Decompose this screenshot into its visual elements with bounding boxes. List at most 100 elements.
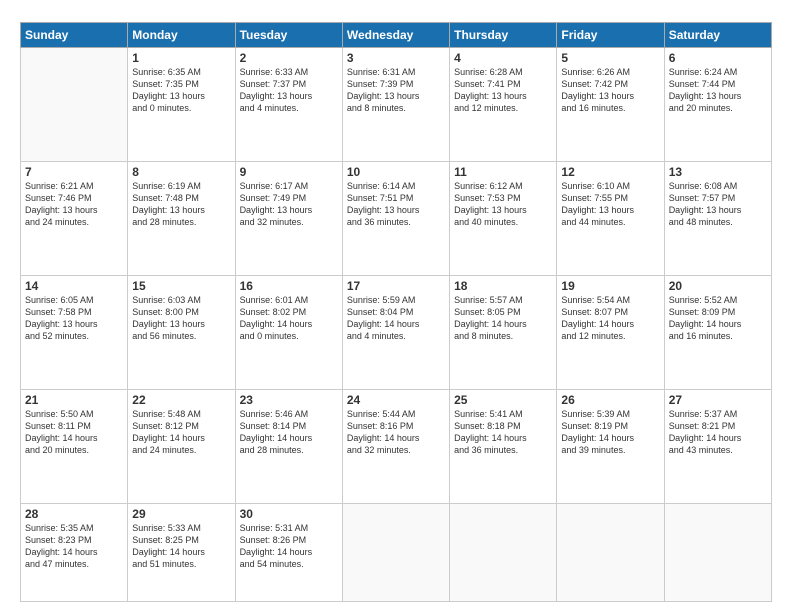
day-number: 22 xyxy=(132,393,230,407)
day-number: 30 xyxy=(240,507,338,521)
day-info: Sunrise: 6:14 AMSunset: 7:51 PMDaylight:… xyxy=(347,180,445,229)
calendar-cell: 26Sunrise: 5:39 AMSunset: 8:19 PMDayligh… xyxy=(557,389,664,503)
calendar-cell xyxy=(450,503,557,601)
day-info: Sunrise: 5:35 AMSunset: 8:23 PMDaylight:… xyxy=(25,522,123,571)
day-info: Sunrise: 5:44 AMSunset: 8:16 PMDaylight:… xyxy=(347,408,445,457)
day-info: Sunrise: 6:26 AMSunset: 7:42 PMDaylight:… xyxy=(561,66,659,115)
day-number: 7 xyxy=(25,165,123,179)
day-number: 14 xyxy=(25,279,123,293)
day-info: Sunrise: 5:41 AMSunset: 8:18 PMDaylight:… xyxy=(454,408,552,457)
day-info: Sunrise: 6:05 AMSunset: 7:58 PMDaylight:… xyxy=(25,294,123,343)
day-number: 23 xyxy=(240,393,338,407)
calendar-cell: 5Sunrise: 6:26 AMSunset: 7:42 PMDaylight… xyxy=(557,48,664,162)
day-number: 25 xyxy=(454,393,552,407)
calendar-cell xyxy=(342,503,449,601)
calendar-cell: 2Sunrise: 6:33 AMSunset: 7:37 PMDaylight… xyxy=(235,48,342,162)
calendar-cell xyxy=(664,503,771,601)
day-info: Sunrise: 6:08 AMSunset: 7:57 PMDaylight:… xyxy=(669,180,767,229)
day-info: Sunrise: 5:39 AMSunset: 8:19 PMDaylight:… xyxy=(561,408,659,457)
day-number: 5 xyxy=(561,51,659,65)
calendar-cell: 6Sunrise: 6:24 AMSunset: 7:44 PMDaylight… xyxy=(664,48,771,162)
day-header-thursday: Thursday xyxy=(450,23,557,48)
day-header-saturday: Saturday xyxy=(664,23,771,48)
day-number: 11 xyxy=(454,165,552,179)
day-info: Sunrise: 6:35 AMSunset: 7:35 PMDaylight:… xyxy=(132,66,230,115)
day-header-wednesday: Wednesday xyxy=(342,23,449,48)
day-number: 24 xyxy=(347,393,445,407)
calendar-cell: 13Sunrise: 6:08 AMSunset: 7:57 PMDayligh… xyxy=(664,161,771,275)
calendar-cell: 12Sunrise: 6:10 AMSunset: 7:55 PMDayligh… xyxy=(557,161,664,275)
day-info: Sunrise: 6:10 AMSunset: 7:55 PMDaylight:… xyxy=(561,180,659,229)
day-number: 3 xyxy=(347,51,445,65)
calendar-cell: 28Sunrise: 5:35 AMSunset: 8:23 PMDayligh… xyxy=(21,503,128,601)
day-number: 6 xyxy=(669,51,767,65)
day-info: Sunrise: 6:21 AMSunset: 7:46 PMDaylight:… xyxy=(25,180,123,229)
day-number: 15 xyxy=(132,279,230,293)
day-info: Sunrise: 6:33 AMSunset: 7:37 PMDaylight:… xyxy=(240,66,338,115)
day-number: 29 xyxy=(132,507,230,521)
calendar-cell: 16Sunrise: 6:01 AMSunset: 8:02 PMDayligh… xyxy=(235,275,342,389)
day-info: Sunrise: 5:37 AMSunset: 8:21 PMDaylight:… xyxy=(669,408,767,457)
calendar-cell: 9Sunrise: 6:17 AMSunset: 7:49 PMDaylight… xyxy=(235,161,342,275)
day-number: 4 xyxy=(454,51,552,65)
calendar-cell: 29Sunrise: 5:33 AMSunset: 8:25 PMDayligh… xyxy=(128,503,235,601)
day-info: Sunrise: 6:12 AMSunset: 7:53 PMDaylight:… xyxy=(454,180,552,229)
calendar-cell: 18Sunrise: 5:57 AMSunset: 8:05 PMDayligh… xyxy=(450,275,557,389)
day-info: Sunrise: 6:19 AMSunset: 7:48 PMDaylight:… xyxy=(132,180,230,229)
day-number: 8 xyxy=(132,165,230,179)
calendar-cell: 11Sunrise: 6:12 AMSunset: 7:53 PMDayligh… xyxy=(450,161,557,275)
day-number: 18 xyxy=(454,279,552,293)
week-row-1: 1Sunrise: 6:35 AMSunset: 7:35 PMDaylight… xyxy=(21,48,772,162)
day-number: 20 xyxy=(669,279,767,293)
week-row-4: 21Sunrise: 5:50 AMSunset: 8:11 PMDayligh… xyxy=(21,389,772,503)
calendar-cell: 4Sunrise: 6:28 AMSunset: 7:41 PMDaylight… xyxy=(450,48,557,162)
calendar-cell: 20Sunrise: 5:52 AMSunset: 8:09 PMDayligh… xyxy=(664,275,771,389)
calendar-cell: 22Sunrise: 5:48 AMSunset: 8:12 PMDayligh… xyxy=(128,389,235,503)
calendar-cell: 21Sunrise: 5:50 AMSunset: 8:11 PMDayligh… xyxy=(21,389,128,503)
calendar-cell: 25Sunrise: 5:41 AMSunset: 8:18 PMDayligh… xyxy=(450,389,557,503)
calendar-cell: 19Sunrise: 5:54 AMSunset: 8:07 PMDayligh… xyxy=(557,275,664,389)
day-header-tuesday: Tuesday xyxy=(235,23,342,48)
calendar-cell: 27Sunrise: 5:37 AMSunset: 8:21 PMDayligh… xyxy=(664,389,771,503)
day-info: Sunrise: 5:57 AMSunset: 8:05 PMDaylight:… xyxy=(454,294,552,343)
day-number: 10 xyxy=(347,165,445,179)
day-header-row: SundayMondayTuesdayWednesdayThursdayFrid… xyxy=(21,23,772,48)
day-info: Sunrise: 5:52 AMSunset: 8:09 PMDaylight:… xyxy=(669,294,767,343)
calendar-cell: 7Sunrise: 6:21 AMSunset: 7:46 PMDaylight… xyxy=(21,161,128,275)
day-info: Sunrise: 5:46 AMSunset: 8:14 PMDaylight:… xyxy=(240,408,338,457)
calendar-cell: 23Sunrise: 5:46 AMSunset: 8:14 PMDayligh… xyxy=(235,389,342,503)
day-number: 9 xyxy=(240,165,338,179)
day-number: 19 xyxy=(561,279,659,293)
calendar-cell: 1Sunrise: 6:35 AMSunset: 7:35 PMDaylight… xyxy=(128,48,235,162)
day-header-sunday: Sunday xyxy=(21,23,128,48)
day-info: Sunrise: 6:28 AMSunset: 7:41 PMDaylight:… xyxy=(454,66,552,115)
day-number: 2 xyxy=(240,51,338,65)
page: General Blue SundayMondayTuesdayWednesda… xyxy=(0,0,792,612)
day-number: 17 xyxy=(347,279,445,293)
day-number: 16 xyxy=(240,279,338,293)
day-info: Sunrise: 5:33 AMSunset: 8:25 PMDaylight:… xyxy=(132,522,230,571)
week-row-5: 28Sunrise: 5:35 AMSunset: 8:23 PMDayligh… xyxy=(21,503,772,601)
calendar-cell: 14Sunrise: 6:05 AMSunset: 7:58 PMDayligh… xyxy=(21,275,128,389)
calendar-cell: 10Sunrise: 6:14 AMSunset: 7:51 PMDayligh… xyxy=(342,161,449,275)
day-number: 27 xyxy=(669,393,767,407)
day-header-friday: Friday xyxy=(557,23,664,48)
calendar-table: SundayMondayTuesdayWednesdayThursdayFrid… xyxy=(20,22,772,602)
calendar-cell: 15Sunrise: 6:03 AMSunset: 8:00 PMDayligh… xyxy=(128,275,235,389)
day-info: Sunrise: 6:24 AMSunset: 7:44 PMDaylight:… xyxy=(669,66,767,115)
day-info: Sunrise: 5:50 AMSunset: 8:11 PMDaylight:… xyxy=(25,408,123,457)
day-info: Sunrise: 5:31 AMSunset: 8:26 PMDaylight:… xyxy=(240,522,338,571)
day-info: Sunrise: 6:01 AMSunset: 8:02 PMDaylight:… xyxy=(240,294,338,343)
day-info: Sunrise: 5:59 AMSunset: 8:04 PMDaylight:… xyxy=(347,294,445,343)
calendar-cell xyxy=(21,48,128,162)
day-number: 13 xyxy=(669,165,767,179)
calendar-cell: 3Sunrise: 6:31 AMSunset: 7:39 PMDaylight… xyxy=(342,48,449,162)
calendar-cell: 8Sunrise: 6:19 AMSunset: 7:48 PMDaylight… xyxy=(128,161,235,275)
calendar-cell: 24Sunrise: 5:44 AMSunset: 8:16 PMDayligh… xyxy=(342,389,449,503)
day-info: Sunrise: 6:17 AMSunset: 7:49 PMDaylight:… xyxy=(240,180,338,229)
day-number: 1 xyxy=(132,51,230,65)
week-row-3: 14Sunrise: 6:05 AMSunset: 7:58 PMDayligh… xyxy=(21,275,772,389)
calendar-cell xyxy=(557,503,664,601)
day-number: 21 xyxy=(25,393,123,407)
day-number: 12 xyxy=(561,165,659,179)
